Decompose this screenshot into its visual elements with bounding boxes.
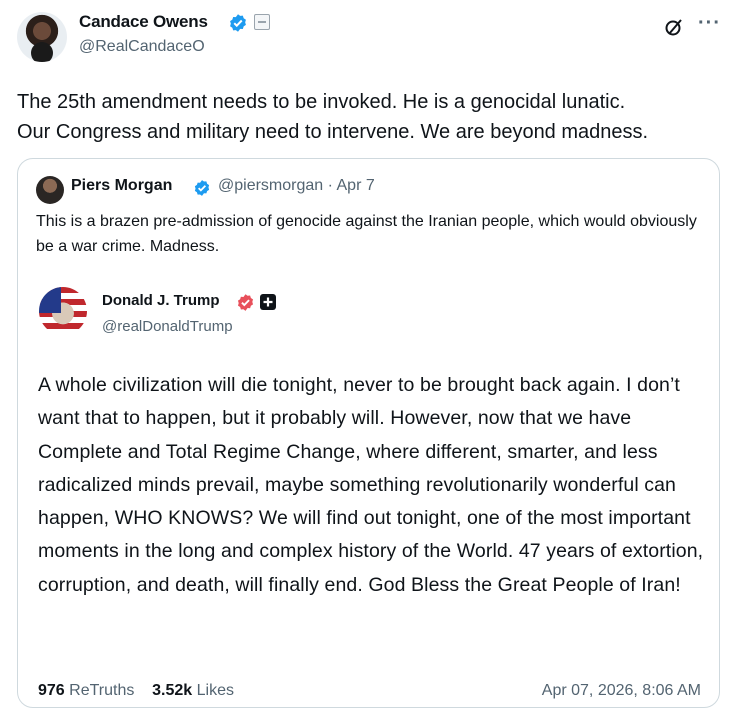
truth-verified-icon bbox=[236, 293, 255, 317]
post-text-line-2: Our Congress and military need to interv… bbox=[17, 121, 649, 143]
affiliate-badge-icon[interactable] bbox=[254, 14, 270, 30]
author-name[interactable]: Candace Owens bbox=[79, 12, 208, 32]
post-text-line-1: The 25th amendment needs to be invoked. … bbox=[17, 91, 626, 113]
truth-author-avatar bbox=[39, 287, 87, 335]
grok-icon[interactable] bbox=[664, 17, 684, 42]
post-text: The 25th amendment needs to be invoked. … bbox=[17, 87, 729, 147]
verified-badge-icon bbox=[228, 13, 248, 38]
quote-author-avatar bbox=[36, 176, 64, 204]
truth-stats: 976 ReTruths 3.52k Likes bbox=[38, 682, 234, 700]
quoted-post-card[interactable]: Piers Morgan @piersmorgan · Apr 7 This i… bbox=[17, 158, 720, 708]
truth-plus-icon bbox=[259, 293, 277, 316]
quote-text: This is a brazen pre-admission of genoci… bbox=[36, 213, 697, 255]
quote-author-handle: @piersmorgan · Apr 7 bbox=[218, 177, 375, 194]
retruths-label: ReTruths bbox=[69, 682, 135, 699]
quote-author-name: Piers Morgan bbox=[71, 177, 173, 194]
truth-text: A whole civilization will die tonight, n… bbox=[38, 374, 704, 596]
truth-date: Apr 07, 2026, 8:06 AM bbox=[541, 682, 701, 699]
more-icon[interactable]: ··· bbox=[698, 12, 721, 35]
verified-badge-icon bbox=[193, 179, 211, 202]
likes-label: Likes bbox=[196, 682, 234, 699]
author-avatar[interactable] bbox=[17, 12, 67, 62]
truth-author-name: Donald J. Trump bbox=[102, 292, 220, 309]
author-handle[interactable]: @RealCandaceO bbox=[79, 38, 205, 56]
truth-author-handle: @realDonaldTrump bbox=[102, 318, 233, 335]
likes-count: 3.52k bbox=[152, 682, 193, 699]
retruths-count: 976 bbox=[38, 682, 65, 699]
